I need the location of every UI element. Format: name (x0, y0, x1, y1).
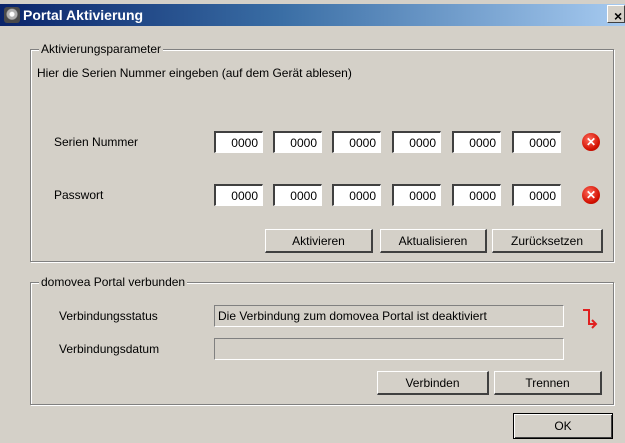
connection-status-value: Die Verbindung zum domovea Portal ist de… (214, 305, 564, 327)
serial-field-5[interactable] (452, 131, 501, 153)
reset-button[interactable]: Zurücksetzen (492, 229, 603, 253)
password-field-3[interactable] (332, 184, 381, 206)
connection-status-label: Verbindungsstatus (59, 309, 158, 323)
portal-group-title: domovea Portal verbunden (39, 275, 188, 289)
serial-field-4[interactable] (392, 131, 441, 153)
close-button[interactable]: × (607, 5, 625, 24)
password-error-icon: ✕ (582, 186, 600, 204)
password-field-4[interactable] (392, 184, 441, 206)
serial-number-label: Serien Nummer (54, 135, 139, 149)
serial-field-3[interactable] (332, 131, 381, 153)
serial-field-6[interactable] (512, 131, 561, 153)
ok-button[interactable]: OK (513, 413, 613, 439)
activation-group-title: Aktivierungsparameter (39, 42, 164, 56)
serial-field-2[interactable] (273, 131, 322, 153)
disconnect-button[interactable]: Trennen (494, 371, 602, 395)
connect-button[interactable]: Verbinden (377, 371, 489, 395)
serial-field-1[interactable] (214, 131, 263, 153)
app-icon (4, 7, 20, 23)
window-title: Portal Aktivierung (23, 7, 144, 23)
refresh-button[interactable]: Aktualisieren (380, 229, 487, 253)
serial-error-icon: ✕ (582, 133, 600, 151)
password-field-6[interactable] (512, 184, 561, 206)
password-label: Passwort (54, 188, 104, 202)
instruction-text: Hier die Serien Nummer eingeben (auf dem… (37, 66, 352, 80)
connection-date-value (214, 338, 564, 360)
activate-button[interactable]: Aktivieren (265, 229, 373, 253)
password-field-2[interactable] (273, 184, 322, 206)
connection-link-icon (583, 309, 598, 329)
connection-date-label: Verbindungsdatum (59, 342, 160, 356)
password-field-1[interactable] (214, 184, 263, 206)
portal-activation-window: Portal Aktivierung × Aktivierungsparamet… (0, 0, 625, 443)
title-bar: Portal Aktivierung × (0, 4, 625, 26)
password-field-5[interactable] (452, 184, 501, 206)
